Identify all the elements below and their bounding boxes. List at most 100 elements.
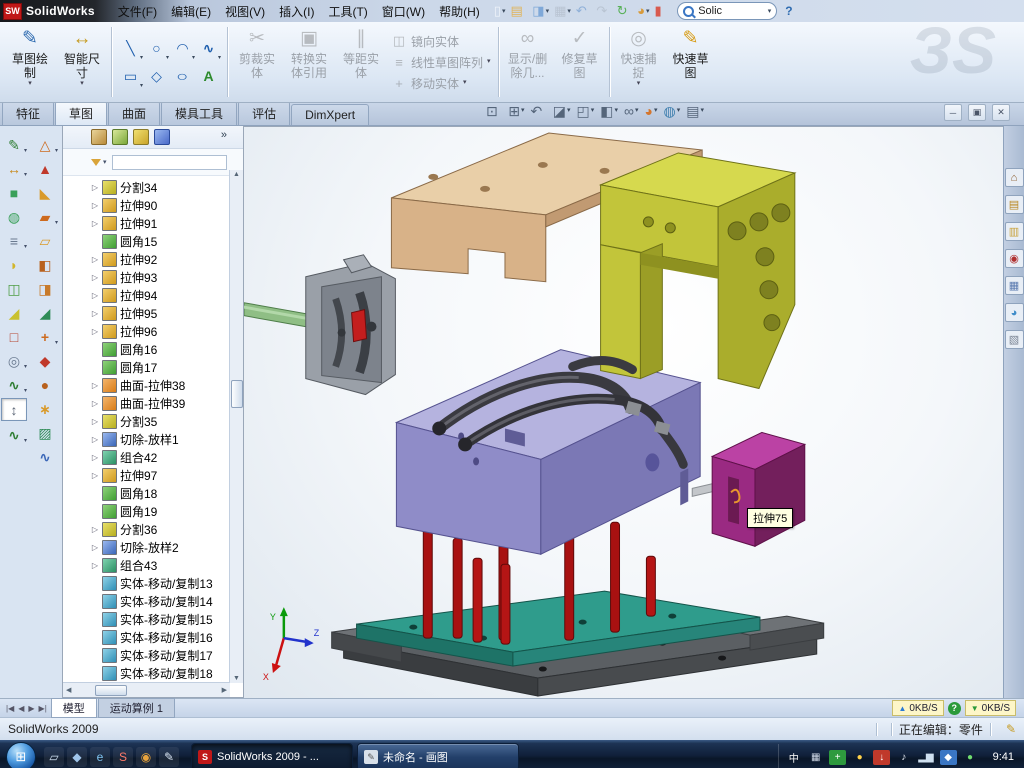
- feature-tree-item[interactable]: ▷ 实体-移动/复制15: [91, 610, 243, 628]
- freeform-icon[interactable]: ∿ ▾: [33, 446, 57, 467]
- section-bar-icon[interactable]: ▮ ▾: [654, 3, 668, 19]
- search-input[interactable]: Solic: [698, 5, 766, 17]
- linear-sketch-pattern-button[interactable]: ≡ 线性草图阵列 ▾: [391, 54, 491, 71]
- save-icon[interactable]: ◨ ▾: [531, 3, 550, 19]
- display-style-icon[interactable]: ◧ ▾: [600, 103, 618, 119]
- rib-tool-icon[interactable]: ◫ ▾: [2, 278, 26, 299]
- convert-entities-button[interactable]: ▣ 转换实体引用: [284, 23, 334, 101]
- feature-tree-item[interactable]: ▷ 切除-放样2: [91, 538, 243, 556]
- curve-tool-icon[interactable]: ∿ ▾: [2, 374, 26, 395]
- redo-icon[interactable]: ↷ ▾: [595, 3, 612, 19]
- open-icon[interactable]: ▤ ▾: [509, 3, 528, 19]
- network-icon[interactable]: ▂▆: [917, 750, 934, 765]
- expand-arrow[interactable]: ▷: [91, 327, 99, 336]
- tree-horizontal-scrollbar[interactable]: ◀ ▶: [63, 682, 230, 697]
- menu-item[interactable]: 文件(F): [111, 0, 164, 23]
- zoom-fit-icon[interactable]: ⊡ ▾: [486, 103, 502, 119]
- feature-tree-item[interactable]: ▷ 拉伸91: [91, 214, 243, 232]
- radiate-surface-icon[interactable]: ∗ ▾: [33, 398, 57, 419]
- expand-arrow[interactable]: ▷: [91, 309, 99, 318]
- help-bubble-icon[interactable]: ?: [948, 702, 961, 715]
- scroll-right-arrow[interactable]: ▶: [222, 686, 227, 694]
- menu-item[interactable]: 工具(T): [321, 0, 374, 23]
- rapid-sketch-button[interactable]: ✎ 快速草图: [666, 23, 716, 101]
- move-entities-button[interactable]: + 移动实体 ▾: [391, 75, 491, 92]
- tab-nav-arrow[interactable]: |◀: [4, 704, 16, 713]
- scale-tool-icon[interactable]: ◢ ▾: [33, 302, 57, 323]
- hole-wizard-icon[interactable]: ◎ ▾: [2, 350, 26, 371]
- cavity-tool-icon[interactable]: ● ▾: [33, 374, 57, 395]
- doc-minimize-button[interactable]: ─: [944, 104, 962, 121]
- keyboard-layout-icon[interactable]: ▦: [807, 750, 824, 765]
- feature-tree-item[interactable]: ▷ 实体-移动/复制14: [91, 592, 243, 610]
- model-insert-clamp[interactable]: [244, 255, 395, 395]
- ime-chinese-indicator[interactable]: 中: [785, 750, 802, 765]
- sync-icon[interactable]: ●: [962, 750, 979, 765]
- parting-surface-icon[interactable]: ▰ ▾: [33, 206, 57, 227]
- revolve-tool-icon[interactable]: ◍ ▾: [2, 206, 26, 227]
- feature-tree-item[interactable]: ▷ 实体-移动/复制13: [91, 574, 243, 592]
- split-tool-icon[interactable]: ◆ ▾: [33, 350, 57, 371]
- expand-arrow[interactable]: ▷: [91, 219, 99, 228]
- window-switcher-icon[interactable]: ◆: [67, 747, 87, 767]
- smart-dimension-button[interactable]: ↔ 智能尺寸 ▾: [57, 23, 107, 101]
- filter-funnel-icon[interactable]: [91, 159, 101, 166]
- menu-item[interactable]: 视图(V): [218, 0, 272, 23]
- ruled-surface-icon[interactable]: ▨ ▾: [33, 422, 57, 443]
- previous-view-icon[interactable]: ↶ ▾: [531, 103, 547, 119]
- solidworks-resources-icon[interactable]: ⌂: [1005, 168, 1024, 187]
- feature-tree-item[interactable]: ▷ 圆角15: [91, 232, 243, 250]
- graphics-area[interactable]: Y X Z 拉伸75: [244, 126, 1003, 698]
- menu-item[interactable]: 插入(I): [272, 0, 321, 23]
- volume-icon[interactable]: ♪: [895, 750, 912, 765]
- menu-item[interactable]: 编辑(E): [164, 0, 218, 23]
- polygon-tool-icon[interactable]: ◇ ▾: [144, 63, 169, 90]
- command-tab[interactable]: 模具工具: [161, 101, 237, 125]
- core-tool-icon[interactable]: ◨ ▾: [33, 278, 57, 299]
- parting-line-icon[interactable]: △ ▾: [33, 134, 57, 155]
- scrollbar-thumb[interactable]: [231, 380, 243, 408]
- expand-arrow[interactable]: ▷: [91, 399, 99, 408]
- expand-arrow[interactable]: ▷: [91, 291, 99, 300]
- fillet-tool-icon[interactable]: ◗ ▾: [2, 254, 26, 275]
- feature-tree-item[interactable]: ▷ 曲面-拉伸38: [91, 376, 243, 394]
- feature-tree-item[interactable]: ▷ 曲面-拉伸39: [91, 394, 243, 412]
- feature-tree-item[interactable]: ▷ 拉伸93: [91, 268, 243, 286]
- feature-tree-item[interactable]: ▷ 实体-移动/复制17: [91, 646, 243, 664]
- draft-tool-icon[interactable]: ◢ ▾: [2, 302, 26, 323]
- document-tab[interactable]: 运动算例 1: [98, 698, 175, 718]
- rectangle-tool-icon[interactable]: ▭ ▾: [118, 63, 143, 90]
- feature-tree-item[interactable]: ▷ 圆角17: [91, 358, 243, 376]
- text-tool-icon[interactable]: A ▾: [196, 63, 221, 90]
- design-library-icon[interactable]: ▤: [1005, 195, 1024, 214]
- expand-arrow[interactable]: ▷: [91, 561, 99, 570]
- model-canvas[interactable]: Y X Z: [244, 127, 1003, 698]
- hide-show-items-icon[interactable]: ∞ ▾: [624, 103, 639, 119]
- draft-analysis-icon[interactable]: ▲ ▾: [33, 158, 57, 179]
- feature-tree-item[interactable]: ▷ 分割34: [91, 178, 243, 196]
- apply-scene-icon[interactable]: ◍ ▾: [663, 103, 680, 119]
- shut-off-surface-icon[interactable]: ▱ ▾: [33, 230, 57, 251]
- command-tab[interactable]: 草图: [55, 101, 107, 125]
- appearances-icon[interactable]: ◕: [1005, 303, 1024, 322]
- panel-overflow-chevron[interactable]: »: [221, 129, 227, 141]
- display-delete-relations-button[interactable]: ∞ 显示/删除几...: [503, 23, 553, 101]
- view-palette-icon[interactable]: ▦: [1005, 276, 1024, 295]
- feature-tree-item[interactable]: ▷ 拉伸90: [91, 196, 243, 214]
- trim-entities-button[interactable]: ✂ 剪裁实体: [232, 23, 282, 101]
- solidworks-launcher-icon[interactable]: S: [113, 747, 133, 767]
- doc-restore-button[interactable]: ▣: [968, 104, 986, 121]
- feature-tree-item[interactable]: ▷ 拉伸97: [91, 466, 243, 484]
- feature-tree-item[interactable]: ▷ 拉伸94: [91, 286, 243, 304]
- feature-tree-item[interactable]: ▷ 组合42: [91, 448, 243, 466]
- dimxpertmanager-tab[interactable]: [154, 129, 170, 145]
- feature-tree-item[interactable]: ▷ 拉伸96: [91, 322, 243, 340]
- undercut-analysis-icon[interactable]: ◣ ▾: [33, 182, 57, 203]
- edit-appearance-icon[interactable]: ◕ ▾: [645, 103, 658, 119]
- scroll-left-arrow[interactable]: ◀: [66, 686, 71, 694]
- expand-arrow[interactable]: ▷: [91, 417, 99, 426]
- expand-arrow[interactable]: ▷: [91, 255, 99, 264]
- print-icon[interactable]: ▦ ▾: [553, 3, 572, 19]
- tree-vertical-scrollbar[interactable]: ▲ ▼: [229, 170, 243, 683]
- search-box[interactable]: Solic ▾: [677, 2, 777, 20]
